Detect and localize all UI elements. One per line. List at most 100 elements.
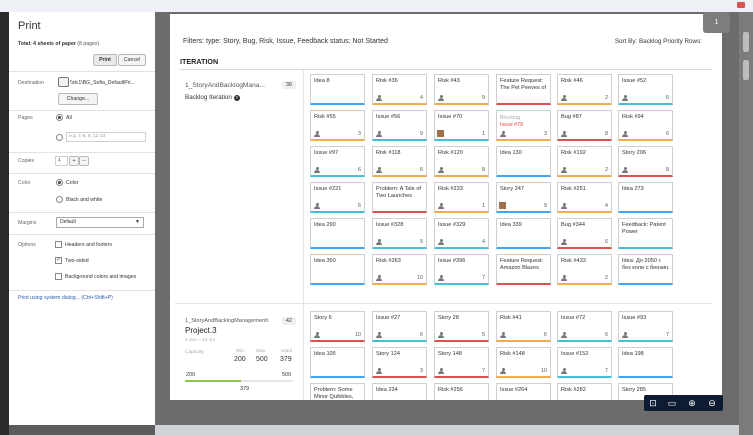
task-card[interactable]: Risk #256 (434, 383, 489, 400)
zoom-in-icon[interactable]: ⊕ (685, 397, 699, 409)
task-card[interactable]: Risk #251 4 (557, 182, 612, 213)
task-card[interactable]: Idea 290 (310, 218, 365, 249)
task-card[interactable]: Idea 198 (618, 347, 673, 378)
capacity-max-label: Max. (256, 349, 267, 354)
fit-width-icon[interactable]: ▭ (665, 397, 679, 409)
pages-range-radio[interactable] (56, 134, 63, 141)
task-card[interactable]: Risk #363 10 (372, 254, 427, 285)
user-icon (438, 239, 444, 245)
task-card[interactable]: Idea: До 2050 г. без коли с бензин. (618, 254, 673, 285)
task-card[interactable]: Idea 234 (372, 383, 427, 400)
card-title: Idea 234 (376, 387, 398, 393)
task-card[interactable]: Story 6 10 (310, 311, 365, 342)
task-card[interactable]: Issue #264 (496, 383, 551, 400)
zoom-out-icon[interactable]: ⊖ (705, 397, 719, 409)
task-card[interactable]: Idea 350 (310, 254, 365, 285)
task-card[interactable]: Risk #94 6 (618, 110, 673, 141)
task-card[interactable]: Issue #152 7 (557, 347, 612, 378)
color-radio[interactable] (56, 179, 63, 186)
scroll-thumb-2[interactable] (743, 60, 749, 80)
task-card[interactable]: Risk #118 6 (372, 146, 427, 177)
task-card[interactable]: Feedback: Patent Power (618, 218, 673, 249)
task-card[interactable]: Bug #87 8 (557, 110, 612, 141)
fit-page-icon[interactable]: ⊡ (646, 397, 660, 409)
task-card[interactable]: Issue #328 5 (372, 218, 427, 249)
change-destination-button[interactable]: Change... (58, 93, 98, 105)
card-title: Risk #94 (622, 114, 644, 120)
task-card[interactable]: Risk #233 1 (434, 182, 489, 213)
task-card[interactable]: Risk #433 2 (557, 254, 612, 285)
copies-increment-button[interactable]: + (69, 156, 79, 166)
task-card[interactable]: Story 148 7 (434, 347, 489, 378)
task-card[interactable]: Issue #70 1 (434, 110, 489, 141)
card-title: Story 124 (376, 351, 400, 357)
task-card[interactable]: Issue #396 7 (434, 254, 489, 285)
card-estimate: 2 (605, 275, 608, 281)
card-estimate: 1 (482, 131, 485, 137)
task-card[interactable]: Risk #192 2 (557, 146, 612, 177)
task-card[interactable]: Story 247 9 (496, 182, 551, 213)
headers-footers-checkbox[interactable] (55, 241, 62, 248)
task-card[interactable]: Risk #36 4 (372, 74, 427, 105)
task-card[interactable]: Issue #221 6 (310, 182, 365, 213)
copies-input[interactable]: 1 (55, 156, 68, 166)
card-title: Problem: A Tale of Two Launches (376, 186, 421, 199)
pages-range-input[interactable]: e.g. 1-5, 8, 11-13 (66, 132, 146, 142)
card-estimate: 2 (605, 95, 608, 101)
task-card[interactable]: Idea 273 (618, 182, 673, 213)
print-button[interactable]: Print (93, 54, 117, 66)
task-card[interactable]: Issue #52 6 (618, 74, 673, 105)
margins-select[interactable]: Default ▼ (56, 217, 144, 228)
task-card[interactable]: Issue #329 4 (434, 218, 489, 249)
task-card[interactable]: Risk #282 (557, 383, 612, 400)
close-icon[interactable] (737, 2, 745, 8)
task-card[interactable]: Risk #120 8 (434, 146, 489, 177)
task-card[interactable]: Idea 130 (496, 146, 551, 177)
scroll-thumb[interactable] (743, 32, 749, 52)
color-option-label: Color (66, 180, 79, 186)
task-card[interactable]: Risk #43 9 (434, 74, 489, 105)
left-edge-strip (0, 12, 9, 435)
task-card[interactable]: Idea 339 (496, 218, 551, 249)
background-checkbox[interactable] (55, 273, 62, 280)
task-card[interactable]: Idea 105 (310, 347, 365, 378)
cancel-button[interactable]: Cancel (118, 54, 146, 66)
task-card[interactable]: Risk #41 6 (496, 311, 551, 342)
task-card[interactable]: Issue #93 7 (618, 311, 673, 342)
two-sided-checkbox[interactable]: ✓ (55, 257, 62, 264)
task-card[interactable]: Feature Request: Amazon Blazes (496, 254, 551, 285)
bw-radio[interactable] (56, 196, 63, 203)
avatar (437, 130, 444, 137)
task-card[interactable]: Feature Request: The Pet Peeves of (496, 74, 551, 105)
card-estimate: 7 (482, 275, 485, 281)
task-card[interactable]: Risk #55 3 (310, 110, 365, 141)
card-title: Story 206 (622, 150, 646, 156)
task-card[interactable]: Risk #46 2 (557, 74, 612, 105)
task-card[interactable]: Bug #344 6 (557, 218, 612, 249)
task-card[interactable]: Blocking Issue #79 3 (496, 110, 551, 141)
task-card[interactable]: Issue #72 6 (557, 311, 612, 342)
task-card[interactable]: Story 124 3 (372, 347, 427, 378)
task-card[interactable]: Problem: A Tale of Two Launches (372, 182, 427, 213)
right-scrollbar[interactable] (739, 12, 753, 435)
task-card[interactable]: Idea 8 (310, 74, 365, 105)
task-card[interactable]: Story 28 5 (434, 311, 489, 342)
task-card[interactable]: Problem: Some Minor Quibbles, (310, 383, 365, 400)
task-card[interactable]: Story 206 8 (618, 146, 673, 177)
card-title: Idea 273 (622, 186, 644, 192)
copies-decrement-button[interactable]: – (79, 156, 89, 166)
card-estimate: 7 (605, 368, 608, 374)
sheet-total: Total: 4 sheets of paper (8 pages) (18, 41, 100, 47)
task-card[interactable]: Issue #27 6 (372, 311, 427, 342)
user-icon (622, 95, 628, 101)
card-title: Risk #192 (561, 150, 586, 156)
task-card[interactable]: Risk #148 10 (496, 347, 551, 378)
pages-all-label: All (66, 115, 72, 121)
task-card[interactable]: Issue #97 6 (310, 146, 365, 177)
pages-all-radio[interactable] (56, 114, 63, 121)
options-label: Options (18, 242, 36, 248)
system-dialog-link[interactable]: Print using system dialog... (Ctrl+Shift… (18, 295, 113, 301)
task-card[interactable]: Issue #56 9 (372, 110, 427, 141)
capacity-max-value: 500 (256, 356, 268, 363)
blocking-reference[interactable]: Issue #79 (500, 122, 523, 128)
